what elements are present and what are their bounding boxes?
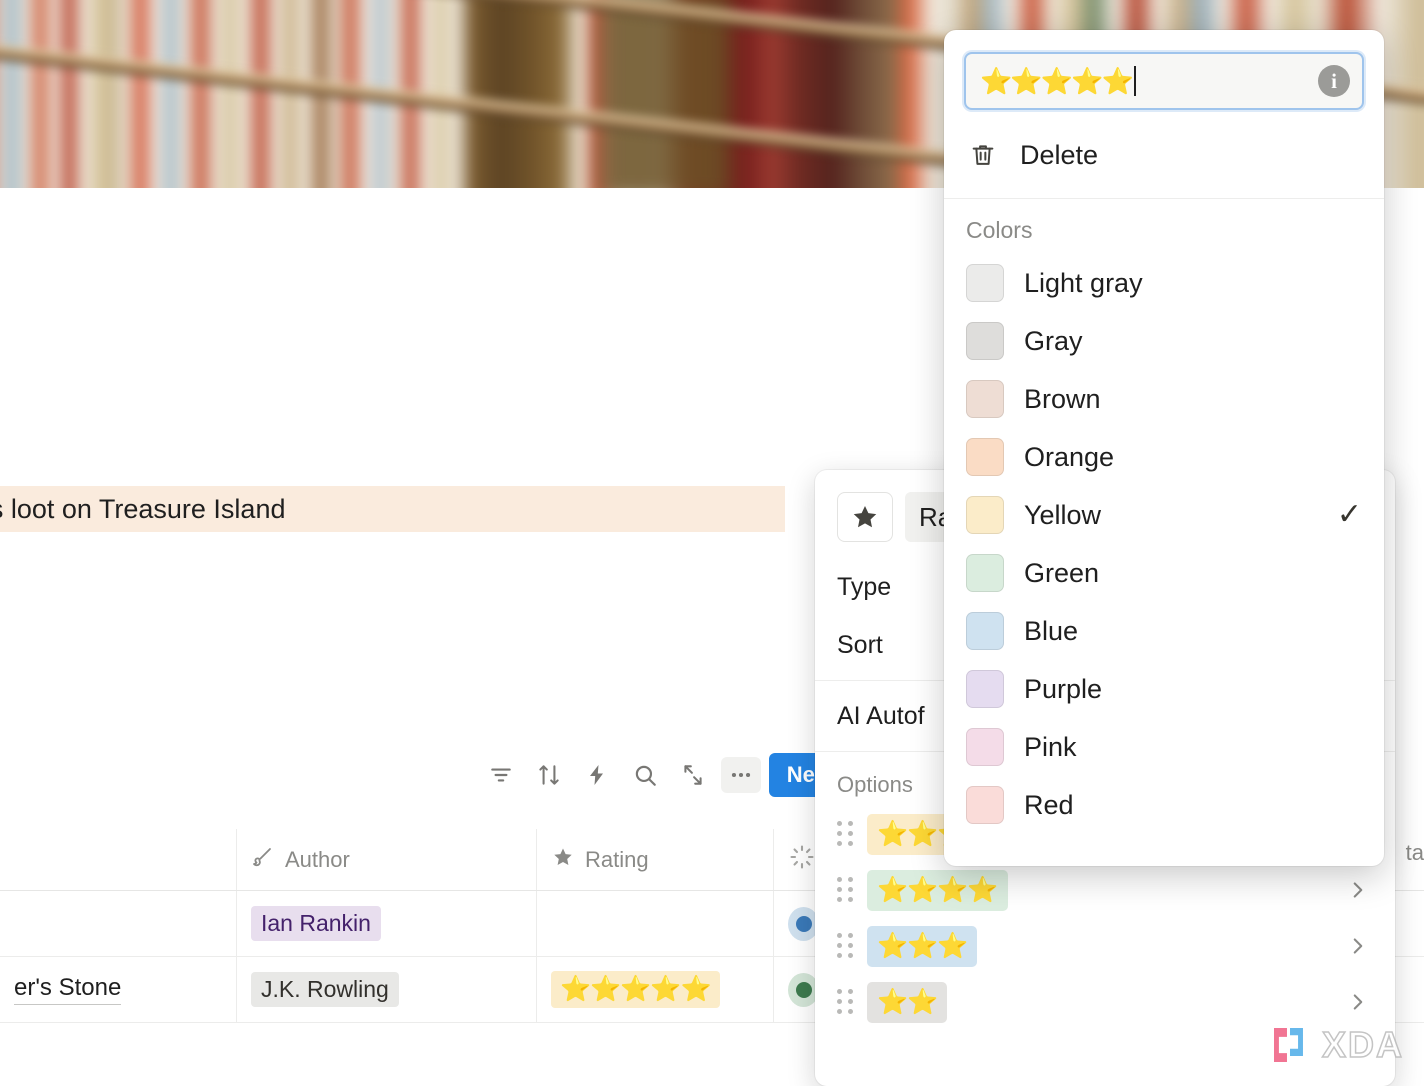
cell-title[interactable] [0, 891, 237, 956]
color-label: Yellow [1024, 499, 1102, 530]
option-item[interactable]: ⭐⭐⭐ [815, 918, 1395, 974]
color-label: Light gray [1024, 267, 1143, 298]
column-header-extra-label: ta [1405, 840, 1424, 865]
expand-icon[interactable] [673, 757, 713, 793]
option-tag: ⭐⭐⭐⭐ [867, 869, 1008, 911]
column-header-rating[interactable]: Rating [537, 829, 774, 890]
color-option-purple[interactable]: Purple [944, 660, 1384, 718]
color-swatch [966, 786, 1004, 824]
property-star-icon-button[interactable] [837, 492, 893, 542]
option-name-value: ⭐⭐⭐⭐⭐ [980, 65, 1134, 96]
xda-watermark: XDA [1273, 1023, 1404, 1066]
highlighted-paragraph: s than in all the pirate's loot on Treas… [0, 486, 785, 532]
color-swatch [966, 322, 1004, 360]
color-swatch [966, 380, 1004, 418]
drag-handle-icon[interactable] [837, 933, 853, 959]
cell-title[interactable]: er's Stone [0, 957, 237, 1022]
color-option-yellow[interactable]: Yellow ✓ [944, 486, 1384, 544]
author-tag: J.K. Rowling [251, 971, 399, 1008]
color-label: Gray [1024, 325, 1083, 356]
row-title-link[interactable]: er's Stone [14, 974, 122, 1005]
author-tag: Ian Rankin [251, 905, 381, 942]
spinner-icon [788, 843, 816, 876]
color-option-blue[interactable]: Blue [944, 602, 1384, 660]
paintbrush-icon [251, 845, 275, 875]
star-icon [551, 845, 575, 875]
color-label: Green [1024, 557, 1100, 588]
column-header-rating-label: Rating [585, 846, 649, 872]
color-swatch [966, 612, 1004, 650]
color-option-light-gray[interactable]: Light gray [944, 254, 1384, 312]
property-ai-autofill-label: AI Autof [837, 701, 925, 730]
color-option-gray[interactable]: Gray [944, 312, 1384, 370]
drag-handle-icon[interactable] [837, 989, 853, 1015]
option-tag: ⭐⭐ [867, 981, 948, 1023]
sort-icon[interactable] [529, 757, 569, 793]
column-header-author[interactable]: Author [237, 829, 537, 890]
xda-logo-icon [1273, 1025, 1314, 1065]
color-label: Brown [1024, 383, 1101, 414]
color-label: Red [1024, 789, 1074, 820]
cell-author[interactable]: Ian Rankin [237, 891, 537, 956]
cover-shadow-gap [600, 0, 730, 188]
color-swatch [966, 728, 1004, 766]
chevron-right-icon[interactable] [1343, 931, 1373, 961]
delete-option-label: Delete [1020, 139, 1099, 170]
option-name-field-wrap: ⭐⭐⭐⭐⭐ i [944, 30, 1384, 124]
color-label: Blue [1024, 615, 1079, 646]
filter-icon[interactable] [481, 757, 521, 793]
app-root: TYLER, A. LAPPI s than in all the pirate… [0, 0, 1424, 1086]
column-header-title[interactable] [0, 829, 237, 890]
color-swatch [966, 670, 1004, 708]
option-item[interactable]: ⭐⭐ [815, 974, 1395, 1030]
rating-tag: ⭐⭐⭐⭐⭐ [551, 970, 720, 1009]
option-tag: ⭐⭐⭐ [867, 925, 978, 967]
option-name-input[interactable]: ⭐⭐⭐⭐⭐ i [964, 52, 1364, 110]
color-option-green[interactable]: Green [944, 544, 1384, 602]
automation-lightning-icon[interactable] [577, 757, 617, 793]
chevron-right-icon[interactable] [1343, 875, 1373, 905]
color-option-orange[interactable]: Orange [944, 428, 1384, 486]
property-type-label: Type [837, 572, 892, 601]
drag-handle-icon[interactable] [837, 877, 853, 903]
color-label: Orange [1024, 441, 1115, 472]
delete-option-button[interactable]: Delete [944, 124, 1384, 186]
color-label: Purple [1024, 673, 1103, 704]
trash-icon [966, 141, 1000, 169]
color-swatch [966, 264, 1004, 302]
chevron-right-icon[interactable] [1343, 987, 1373, 1017]
colors-section-label: Colors [966, 217, 1033, 243]
color-swatch [966, 496, 1004, 534]
cell-rating[interactable]: ⭐⭐⭐⭐⭐ [537, 957, 774, 1022]
database-toolbar: New [360, 748, 850, 802]
drag-handle-icon[interactable] [837, 821, 853, 847]
info-icon[interactable]: i [1318, 65, 1350, 97]
option-item[interactable]: ⭐⭐⭐⭐ [815, 862, 1395, 918]
color-option-red[interactable]: Red [944, 776, 1384, 834]
xda-watermark-text: XDA [1321, 1023, 1404, 1066]
color-swatch [966, 554, 1004, 592]
color-label: Pink [1024, 731, 1077, 762]
color-option-brown[interactable]: Brown [944, 370, 1384, 428]
cell-author[interactable]: J.K. Rowling [237, 957, 537, 1022]
color-swatch [966, 438, 1004, 476]
property-sort-label: Sort [837, 630, 883, 659]
more-options-icon[interactable] [720, 757, 761, 793]
cell-rating[interactable] [537, 891, 774, 956]
option-edit-menu: ⭐⭐⭐⭐⭐ i Delete Colors Light gray Gray Br… [944, 30, 1384, 866]
column-header-author-label: Author [285, 846, 350, 872]
check-icon: ✓ [1336, 498, 1362, 531]
color-option-pink[interactable]: Pink [944, 718, 1384, 776]
text-cursor [1133, 66, 1136, 96]
search-icon[interactable] [625, 757, 665, 793]
